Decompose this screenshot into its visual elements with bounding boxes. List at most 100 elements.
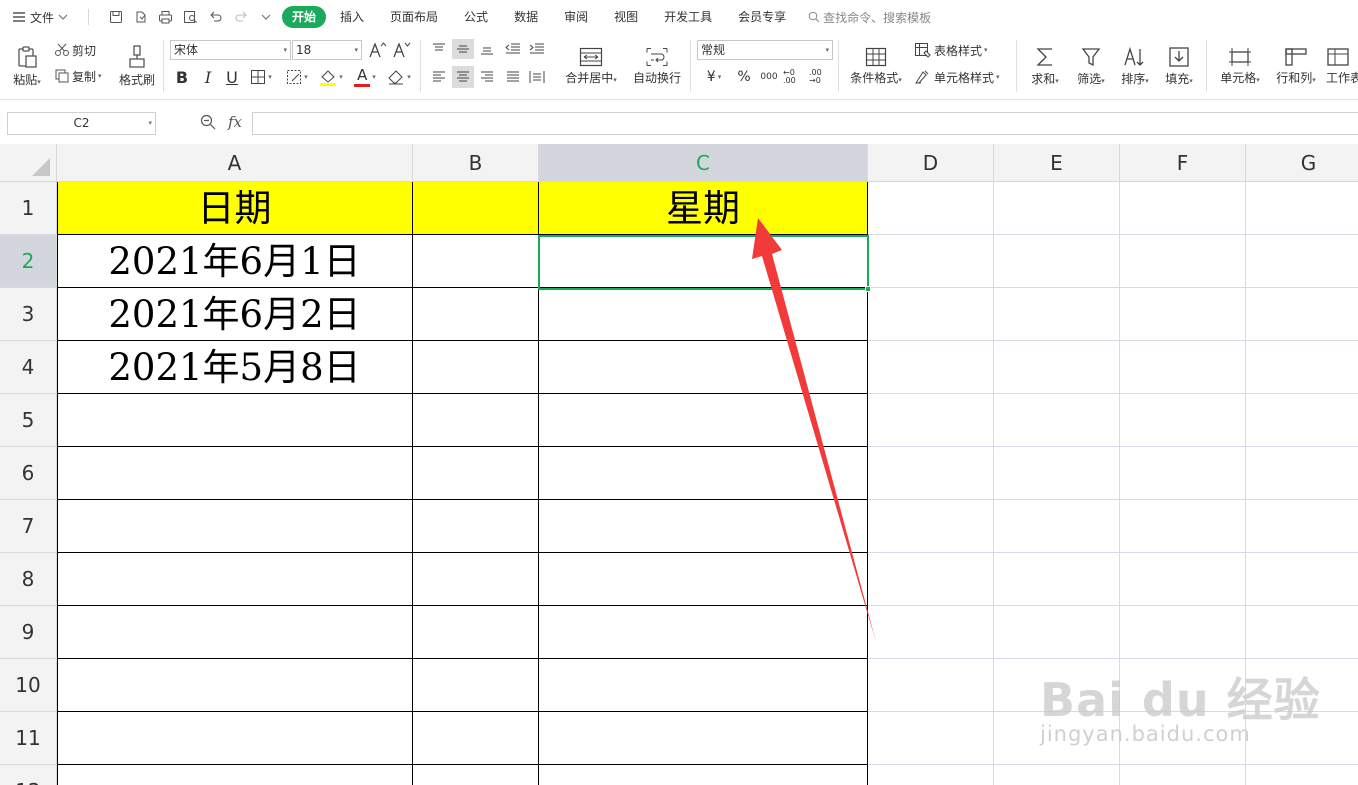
cell-f8[interactable] xyxy=(1120,553,1246,606)
copy-button[interactable]: 复制 ▾ xyxy=(54,66,112,86)
table-style-button[interactable]: 表格样式 ▾ xyxy=(914,40,998,60)
name-box[interactable]: C2 ▾ xyxy=(7,112,156,135)
cell-d1[interactable] xyxy=(868,182,994,235)
row-header-9[interactable]: 9 xyxy=(0,606,57,659)
cell-button[interactable]: 单元格▾ xyxy=(1214,40,1266,92)
currency-button[interactable]: ¥ ▾ xyxy=(700,66,728,88)
cell-g4[interactable] xyxy=(1246,341,1358,394)
increase-indent-button[interactable] xyxy=(526,39,548,59)
row-header-5[interactable]: 5 xyxy=(0,394,57,447)
cell-c10[interactable] xyxy=(539,659,868,712)
active-cell-selection[interactable] xyxy=(538,235,871,292)
row-header-4[interactable]: 4 xyxy=(0,341,57,394)
cell-d3[interactable] xyxy=(868,288,994,341)
row-header-11[interactable]: 11 xyxy=(0,712,57,765)
cell-a5[interactable] xyxy=(57,394,413,447)
borders-button[interactable]: ▾ xyxy=(246,66,276,88)
row-header-7[interactable]: 7 xyxy=(0,500,57,553)
cell-a3[interactable]: 2021年6月2日 xyxy=(57,288,413,341)
cell-b9[interactable] xyxy=(413,606,539,659)
print-icon[interactable] xyxy=(153,6,178,28)
cell-b6[interactable] xyxy=(413,447,539,500)
cell-e3[interactable] xyxy=(994,288,1120,341)
tab-data[interactable]: 数据 xyxy=(502,6,550,28)
fill-button[interactable]: 填充▾ xyxy=(1158,40,1200,92)
row-header-6[interactable]: 6 xyxy=(0,447,57,500)
print-preview-icon[interactable] xyxy=(178,6,203,28)
cell-f12[interactable] xyxy=(1120,765,1246,785)
cell-f5[interactable] xyxy=(1120,394,1246,447)
tab-formulas[interactable]: 公式 xyxy=(452,6,500,28)
tab-home[interactable]: 开始 xyxy=(282,6,327,28)
align-left-button[interactable] xyxy=(428,66,450,88)
undo-icon[interactable] xyxy=(203,6,228,28)
cell-b2[interactable] xyxy=(413,235,539,288)
tab-view[interactable]: 视图 xyxy=(602,6,650,28)
wrap-text-button[interactable]: 自动换行 xyxy=(628,40,686,92)
cell-g5[interactable] xyxy=(1246,394,1358,447)
align-top-button[interactable] xyxy=(428,39,450,59)
cell-c6[interactable] xyxy=(539,447,868,500)
row-header-2[interactable]: 2 xyxy=(0,235,57,288)
format-painter-button[interactable]: 格式刷 xyxy=(116,40,158,92)
cell-d2[interactable] xyxy=(868,235,994,288)
justify-button[interactable] xyxy=(502,66,524,88)
distributed-align-button[interactable] xyxy=(526,66,548,88)
cell-d7[interactable] xyxy=(868,500,994,553)
tab-developer[interactable]: 开发工具 xyxy=(652,6,724,28)
thousands-separator-button[interactable]: 000 xyxy=(757,66,781,88)
row-header-8[interactable]: 8 xyxy=(0,553,57,606)
cell-g6[interactable] xyxy=(1246,447,1358,500)
align-right-button[interactable] xyxy=(476,66,498,88)
cell-e8[interactable] xyxy=(994,553,1120,606)
cell-b12[interactable] xyxy=(413,765,539,785)
redo-icon[interactable] xyxy=(228,6,253,28)
cell-d5[interactable] xyxy=(868,394,994,447)
tab-review[interactable]: 审阅 xyxy=(552,6,600,28)
fill-handle[interactable] xyxy=(865,286,871,292)
filter-button[interactable]: 筛选▾ xyxy=(1070,40,1112,92)
cell-g1[interactable] xyxy=(1246,182,1358,235)
cell-c7[interactable] xyxy=(539,500,868,553)
align-bottom-button[interactable] xyxy=(476,39,498,59)
customize-toolbar-icon[interactable] xyxy=(253,6,278,28)
cell-c1[interactable]: 星期 xyxy=(539,182,868,235)
cell-b3[interactable] xyxy=(413,288,539,341)
save-icon[interactable] xyxy=(103,6,128,28)
cut-button[interactable]: 剪切 xyxy=(54,40,104,60)
command-search[interactable]: 查找命令、搜索模板 xyxy=(808,9,931,26)
cell-b8[interactable] xyxy=(413,553,539,606)
cell-c8[interactable] xyxy=(539,553,868,606)
row-col-button[interactable]: 行和列▾ xyxy=(1270,40,1322,92)
column-header-g[interactable]: G xyxy=(1246,144,1358,182)
column-header-e[interactable]: E xyxy=(994,144,1120,182)
cell-a7[interactable] xyxy=(57,500,413,553)
cell-b10[interactable] xyxy=(413,659,539,712)
cell-b11[interactable] xyxy=(413,712,539,765)
cell-e1[interactable] xyxy=(994,182,1120,235)
cell-a2[interactable]: 2021年6月1日 xyxy=(57,235,413,288)
cell-e6[interactable] xyxy=(994,447,1120,500)
row-header-12[interactable]: 12 xyxy=(0,765,57,785)
cell-d4[interactable] xyxy=(868,341,994,394)
cell-d8[interactable] xyxy=(868,553,994,606)
merge-center-button[interactable]: 合并居中▾ xyxy=(560,40,622,92)
cell-e7[interactable] xyxy=(994,500,1120,553)
zoom-icon[interactable] xyxy=(200,114,216,134)
tab-member[interactable]: 会员专享 xyxy=(726,6,798,28)
cell-e5[interactable] xyxy=(994,394,1120,447)
cell-c4[interactable] xyxy=(539,341,868,394)
increase-decimal-button[interactable]: ←0 .00 xyxy=(783,66,807,88)
worksheet-button[interactable]: 工作表 xyxy=(1326,40,1358,92)
sort-button[interactable]: 排序▾ xyxy=(1114,40,1156,92)
tab-page-layout[interactable]: 页面布局 xyxy=(378,6,450,28)
decrease-font-button[interactable] xyxy=(392,40,412,60)
cell-a4[interactable]: 2021年5月8日 xyxy=(57,341,413,394)
cell-d12[interactable] xyxy=(868,765,994,785)
export-icon[interactable] xyxy=(128,6,153,28)
cell-f4[interactable] xyxy=(1120,341,1246,394)
fx-label[interactable]: fx xyxy=(228,113,242,131)
cell-a12[interactable] xyxy=(57,765,413,785)
paste-button[interactable]: 粘贴▾ xyxy=(8,40,46,92)
cell-a8[interactable] xyxy=(57,553,413,606)
